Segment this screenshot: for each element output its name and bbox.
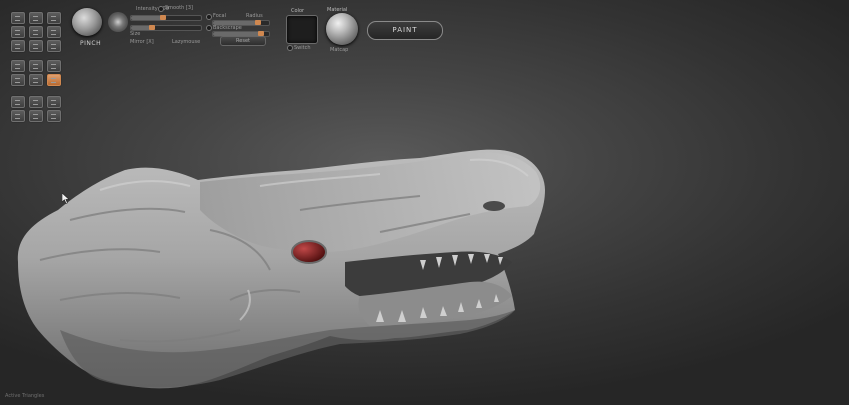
xpose-icon[interactable] [47, 60, 61, 72]
intensity-slider[interactable] [130, 15, 202, 21]
reset-button[interactable]: Reset [220, 36, 266, 46]
creature-head-model[interactable] [17, 149, 545, 389]
edit-icon[interactable] [29, 26, 43, 38]
local-icon[interactable] [47, 40, 61, 52]
material-sphere-icon[interactable] [326, 13, 358, 45]
mirror-label: Mirror [X] [130, 39, 154, 45]
smooth-label: Smooth [3] [165, 5, 193, 11]
rotate-icon[interactable] [47, 12, 61, 24]
zadd-icon[interactable] [11, 96, 25, 108]
mouse-cursor-icon [62, 193, 70, 204]
snap-icon[interactable] [11, 110, 25, 122]
nostril [483, 201, 505, 211]
lock-icon[interactable] [29, 110, 43, 122]
focal-label: Focal [213, 13, 226, 19]
focal-knob[interactable] [254, 20, 261, 25]
brush-name: PINCH [80, 40, 102, 47]
gizmo-icon[interactable] [11, 74, 25, 86]
viewport-canvas[interactable] [0, 0, 849, 405]
smooth-icon[interactable] [11, 40, 25, 52]
solo-icon[interactable] [47, 110, 61, 122]
alpha-icon[interactable] [108, 12, 128, 32]
material-sub-label: Matcap [330, 47, 349, 53]
tool-palette [8, 8, 61, 126]
pinch-brush-sphere-icon[interactable] [72, 8, 102, 36]
focal-icon[interactable] [47, 96, 61, 108]
zsub-icon[interactable] [29, 96, 43, 108]
sculpt-app-window: PINCH Intensity 100 Smooth [3] Focal Rad… [0, 0, 849, 405]
draw-icon[interactable] [11, 26, 25, 38]
size-label: Size [130, 31, 141, 37]
mask-icon[interactable] [47, 26, 61, 38]
intensity-knob[interactable] [159, 15, 166, 20]
frame-icon[interactable] [29, 40, 43, 52]
rgb-icon[interactable] [29, 74, 43, 86]
smooth-toggle[interactable] [158, 6, 164, 12]
paint-button[interactable]: PAINT [367, 21, 443, 40]
color-swatch[interactable] [286, 15, 318, 44]
size-knob[interactable] [149, 25, 155, 30]
move-icon[interactable] [11, 12, 25, 24]
focal-toggle[interactable] [206, 14, 212, 20]
lazymouse-label: Lazymouse [172, 39, 201, 45]
mrgb-icon[interactable] [47, 74, 61, 86]
floor-icon[interactable] [29, 60, 43, 72]
persp-icon[interactable] [11, 60, 25, 72]
size-slider[interactable] [130, 25, 202, 31]
radius-label: Radius [246, 13, 263, 19]
material-label: Material [327, 7, 348, 13]
intensity-fill [131, 16, 163, 20]
color-switch-label: Switch [294, 45, 311, 51]
color-label: Color [291, 8, 305, 14]
creature-eye [291, 240, 327, 264]
status-text: Active Triangles [5, 393, 45, 399]
color-switch-toggle[interactable] [287, 45, 293, 51]
backscrape-toggle[interactable] [206, 25, 212, 31]
scale-icon[interactable] [29, 12, 43, 24]
